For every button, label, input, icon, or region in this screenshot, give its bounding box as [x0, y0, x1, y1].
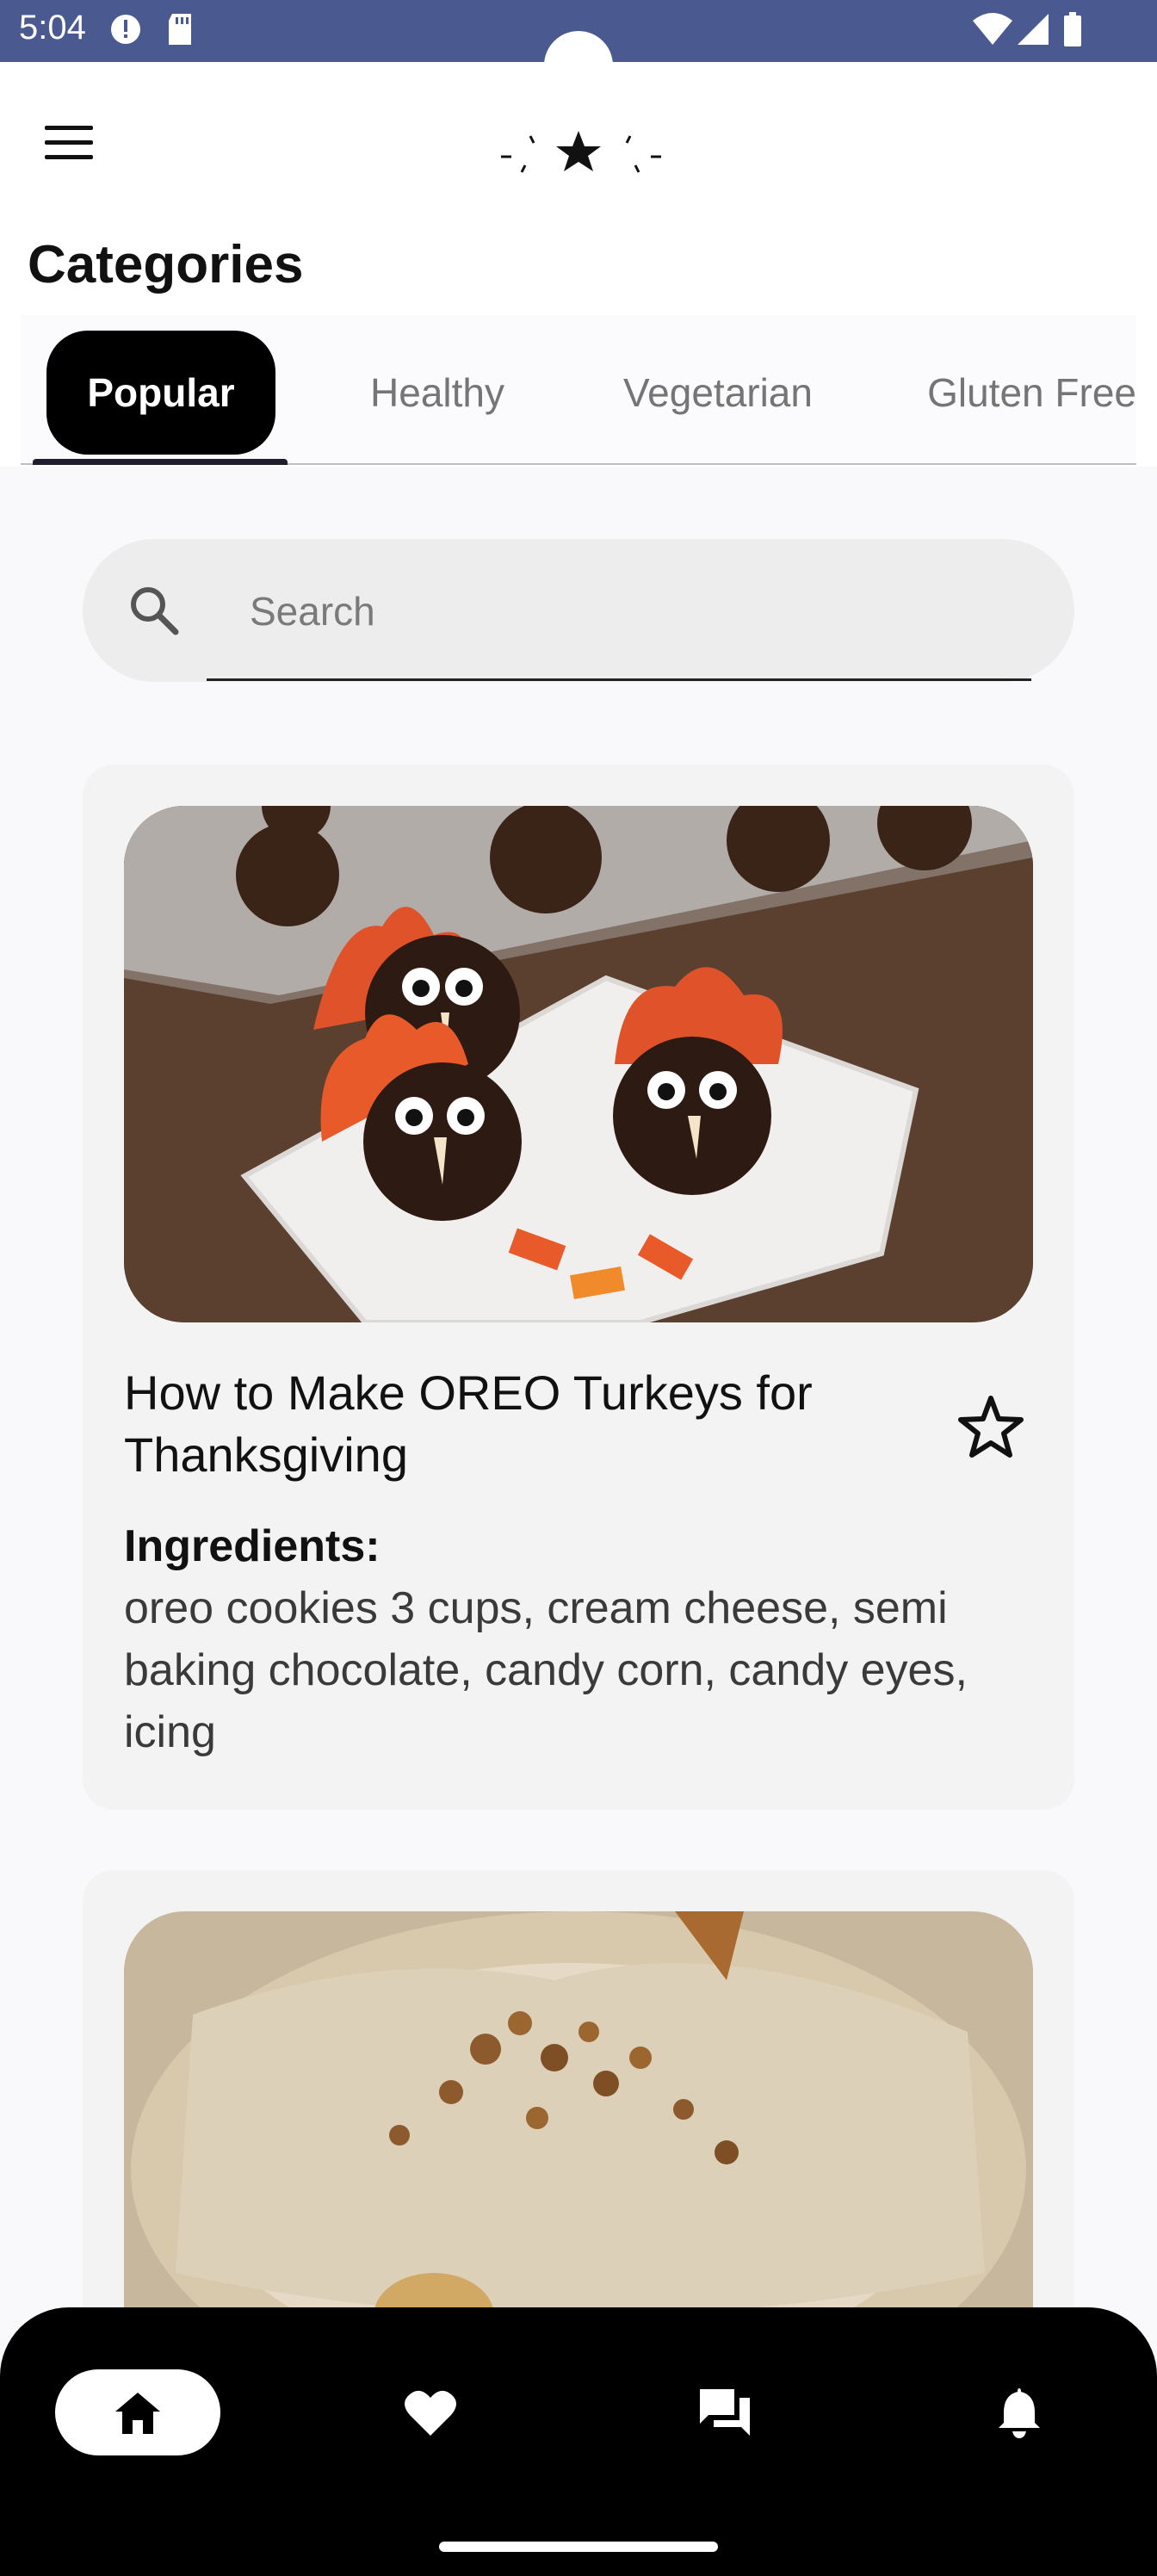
tab-vegetarian[interactable]: Vegetarian: [572, 331, 864, 455]
gesture-handle: [439, 2542, 718, 2552]
sparkle-star-logo-icon: [501, 131, 661, 173]
nav-chat[interactable]: [642, 2369, 807, 2455]
recipe-title[interactable]: How to Make OREO Turkeys for Thanksgivin…: [124, 1362, 950, 1486]
category-tabs: Popular Healthy Vegetarian Gluten Free: [21, 315, 1136, 465]
recipe-photo[interactable]: [124, 806, 1033, 1322]
bell-icon: [999, 2388, 1040, 2438]
search-underline: [207, 678, 1031, 681]
tab-label: Healthy: [370, 370, 504, 415]
recipe-card[interactable]: [83, 1870, 1074, 2359]
recipe-card[interactable]: How to Make OREO Turkeys for Thanksgivin…: [83, 765, 1074, 1810]
ingredients-text: oreo cookies 3 cups, cream cheese, semi …: [124, 1583, 968, 1757]
hamburger-menu-icon[interactable]: [45, 126, 96, 165]
tab-gluten-free[interactable]: Gluten Free: [882, 331, 1136, 455]
alert-icon: [111, 15, 140, 44]
search-input[interactable]: [248, 563, 1026, 659]
oreo-turkeys-image: [124, 806, 1033, 1322]
ice-cream-image: [124, 1911, 1033, 2359]
tab-label: Gluten Free: [927, 370, 1136, 415]
signal-icon: [1018, 14, 1049, 45]
nav-home[interactable]: [55, 2369, 220, 2455]
categories-title: Categories: [28, 235, 304, 294]
search-icon: [131, 587, 179, 635]
camera-cutout: [544, 31, 613, 100]
star-outline-icon[interactable]: [957, 1393, 1024, 1460]
tab-healthy[interactable]: Healthy: [313, 331, 561, 455]
active-tab-indicator: [33, 459, 288, 465]
wifi-icon: [973, 13, 1012, 45]
recipe-photo[interactable]: [124, 1911, 1033, 2359]
tab-popular[interactable]: Popular: [46, 331, 275, 455]
status-time: 5:04: [19, 9, 86, 46]
tab-label: Vegetarian: [623, 370, 813, 415]
nav-notifications[interactable]: [937, 2369, 1102, 2455]
search-bar[interactable]: [83, 539, 1074, 682]
bottom-navigation: [0, 2307, 1157, 2576]
ingredients-label: Ingredients:: [124, 1521, 381, 1571]
chat-icon: [700, 2389, 750, 2436]
nav-favorites[interactable]: [348, 2369, 513, 2455]
tab-label: Popular: [87, 370, 235, 415]
battery-icon: [1064, 12, 1081, 46]
heart-icon: [405, 2390, 456, 2436]
home-icon: [115, 2393, 160, 2434]
sd-card-icon: [169, 14, 191, 45]
